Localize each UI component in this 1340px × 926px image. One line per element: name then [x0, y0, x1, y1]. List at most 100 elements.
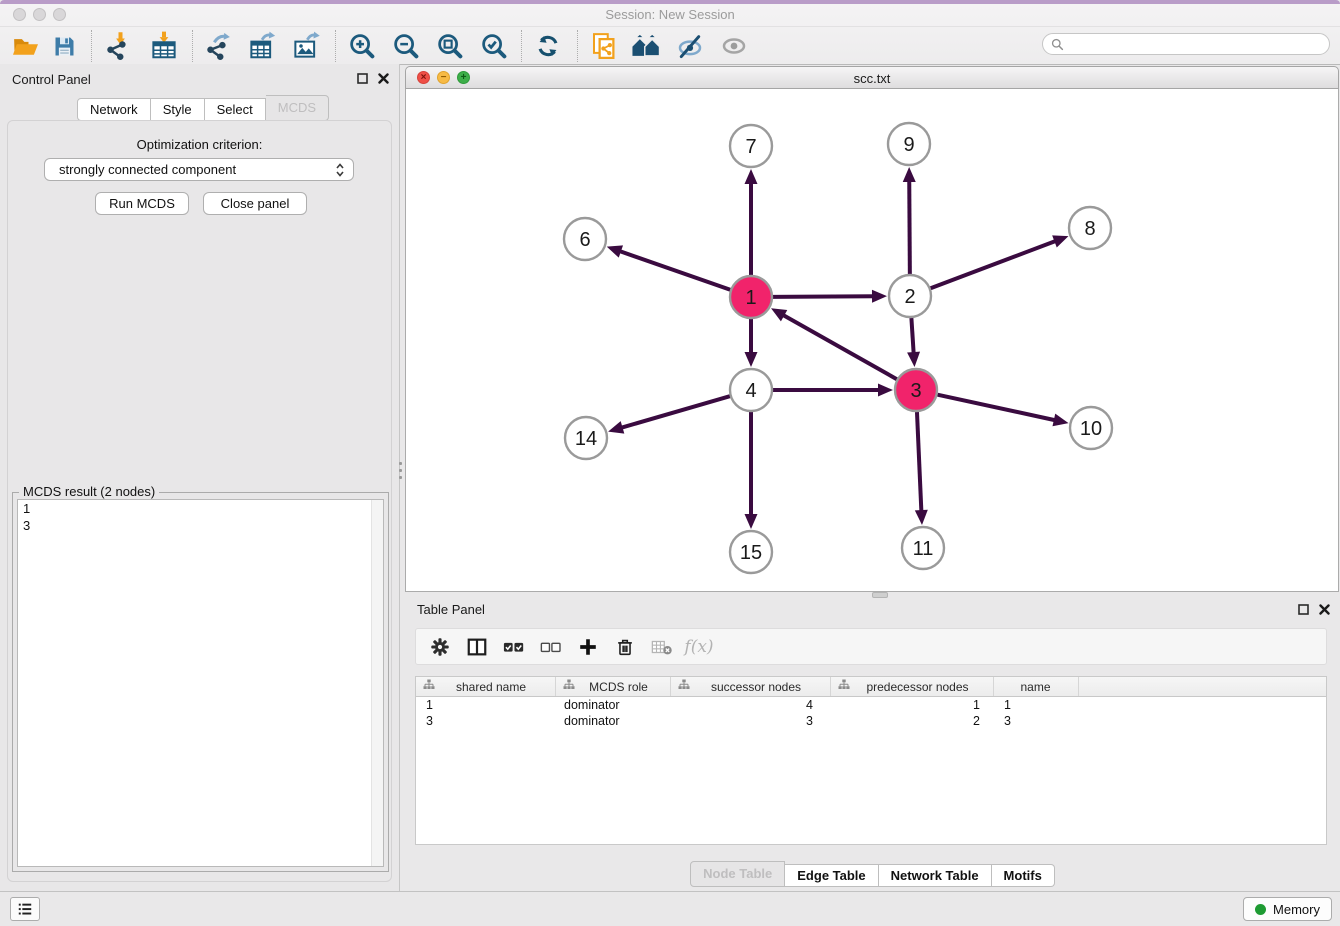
table-row[interactable]: 3dominator323 — [416, 713, 1326, 729]
show-details-icon[interactable] — [716, 29, 752, 63]
refresh-layout-icon[interactable] — [530, 29, 566, 63]
graph-node-9[interactable]: 9 — [888, 123, 930, 165]
save-session-icon[interactable] — [46, 29, 82, 63]
search-icon — [1051, 38, 1064, 51]
edge-3-11[interactable] — [917, 412, 921, 512]
edge-3-10[interactable] — [937, 395, 1055, 421]
tab-network[interactable]: Network — [77, 98, 151, 121]
result-line: 1 — [18, 500, 383, 517]
cell: 3 — [671, 713, 831, 729]
column-header-successor-nodes[interactable]: successor nodes — [671, 677, 831, 696]
zoom-in-icon[interactable] — [344, 29, 380, 63]
network-window-title: scc.txt — [406, 71, 1338, 86]
control-panel-tabs: NetworkStyleSelectMCDS — [77, 96, 329, 121]
edge-2-8[interactable] — [931, 241, 1057, 289]
cell: 1 — [416, 697, 556, 713]
tab-network-table[interactable]: Network Table — [879, 864, 992, 887]
tree-icon — [423, 679, 435, 694]
graph-node-2[interactable]: 2 — [889, 275, 931, 317]
edge-2-9[interactable] — [909, 180, 910, 274]
home-view-icon[interactable] — [628, 29, 664, 63]
graph-node-14[interactable]: 14 — [565, 417, 607, 459]
graph-node-7[interactable]: 7 — [730, 125, 772, 167]
svg-text:1: 1 — [745, 287, 756, 309]
export-image-icon[interactable] — [288, 29, 324, 63]
export-table-icon[interactable] — [244, 29, 280, 63]
column-header-predecessor-nodes[interactable]: predecessor nodes — [831, 677, 994, 696]
zoom-fit-icon[interactable] — [432, 29, 468, 63]
graph-node-15[interactable]: 15 — [730, 531, 772, 573]
graph-node-4[interactable]: 4 — [730, 369, 772, 411]
svg-text:4: 4 — [745, 380, 756, 402]
svg-text:6: 6 — [579, 229, 590, 251]
graph-node-3[interactable]: 3 — [895, 369, 937, 411]
column-header-name[interactable]: name — [994, 677, 1079, 696]
tab-style[interactable]: Style — [151, 98, 205, 121]
close-panel-button[interactable]: Close panel — [203, 192, 307, 215]
delete-icon[interactable] — [611, 633, 639, 661]
close-panel-icon[interactable] — [378, 73, 389, 84]
column-header-MCDS-role[interactable]: MCDS role — [556, 677, 671, 696]
network-window-titlebar[interactable]: × − + scc.txt — [405, 66, 1339, 89]
edge-3-1[interactable] — [782, 315, 896, 380]
result-scrollbar[interactable] — [371, 500, 383, 866]
graph-node-11[interactable]: 11 — [902, 527, 944, 569]
edge-2-3[interactable] — [911, 318, 913, 354]
tab-select[interactable]: Select — [205, 98, 266, 121]
search-box[interactable] — [1042, 33, 1330, 55]
float-table-panel-icon[interactable] — [1298, 604, 1309, 615]
zoom-selected-icon[interactable] — [476, 29, 512, 63]
task-history-button[interactable] — [10, 897, 40, 921]
float-panel-icon[interactable] — [357, 73, 368, 84]
hide-details-icon[interactable] — [672, 29, 708, 63]
column-header-shared-name[interactable]: shared name — [416, 677, 556, 696]
svg-text:9: 9 — [903, 134, 914, 156]
status-bar: Memory — [0, 891, 1340, 926]
run-mcds-button[interactable]: Run MCDS — [95, 192, 189, 215]
edge-arrowhead — [872, 290, 887, 303]
graph-node-10[interactable]: 10 — [1070, 407, 1112, 449]
tab-node-table[interactable]: Node Table — [690, 861, 785, 887]
list-icon — [16, 901, 34, 917]
memory-status-icon — [1255, 904, 1266, 915]
table-row[interactable]: 1dominator411 — [416, 697, 1326, 713]
control-panel-title: Control Panel — [12, 72, 91, 87]
graph-node-8[interactable]: 8 — [1069, 207, 1111, 249]
tab-mcds[interactable]: MCDS — [266, 95, 329, 121]
titlebar: Session: New Session — [0, 4, 1340, 27]
tab-motifs[interactable]: Motifs — [992, 864, 1055, 887]
open-session-icon[interactable] — [8, 29, 44, 63]
select-all-icon[interactable] — [500, 633, 528, 661]
optimization-criterion-select[interactable]: strongly connected component — [44, 158, 354, 181]
export-network-icon[interactable] — [200, 29, 236, 63]
network-graph: 7 9 6 8 1 2 4 3 14 10 15 11 — [406, 89, 1338, 590]
edge-arrowhead — [745, 169, 758, 184]
close-table-panel-icon[interactable] — [1319, 604, 1330, 615]
tree-icon — [563, 679, 575, 694]
edge-arrowhead — [745, 352, 758, 367]
cell: dominator — [556, 713, 671, 729]
add-icon[interactable] — [574, 633, 602, 661]
mcds-result-textarea[interactable]: 13 — [17, 499, 384, 867]
new-network-icon[interactable] — [586, 29, 622, 63]
edge-4-14[interactable] — [621, 396, 730, 428]
edge-1-6[interactable] — [619, 251, 730, 290]
deselect-all-icon[interactable] — [537, 633, 565, 661]
gear-icon[interactable] — [426, 633, 454, 661]
table-panel-title: Table Panel — [417, 602, 485, 617]
memory-button[interactable]: Memory — [1243, 897, 1332, 921]
graph-node-6[interactable]: 6 — [564, 218, 606, 260]
column-view-icon[interactable] — [463, 633, 491, 661]
table-tabs: Node TableEdge TableNetwork TableMotifs — [405, 863, 1340, 887]
import-table-icon[interactable] — [146, 29, 182, 63]
search-input[interactable] — [1069, 36, 1321, 52]
control-panel: Control Panel NetworkStyleSelectMCDS Opt… — [0, 64, 400, 892]
svg-text:3: 3 — [910, 380, 921, 402]
tab-edge-table[interactable]: Edge Table — [785, 864, 878, 887]
import-network-icon[interactable] — [100, 29, 136, 63]
panel-splitter-handle[interactable] — [398, 462, 402, 488]
zoom-out-icon[interactable] — [388, 29, 424, 63]
edge-1-2[interactable] — [773, 296, 874, 297]
network-canvas[interactable]: 7 9 6 8 1 2 4 3 14 10 15 11 — [405, 89, 1339, 592]
graph-node-1[interactable]: 1 — [730, 276, 772, 318]
